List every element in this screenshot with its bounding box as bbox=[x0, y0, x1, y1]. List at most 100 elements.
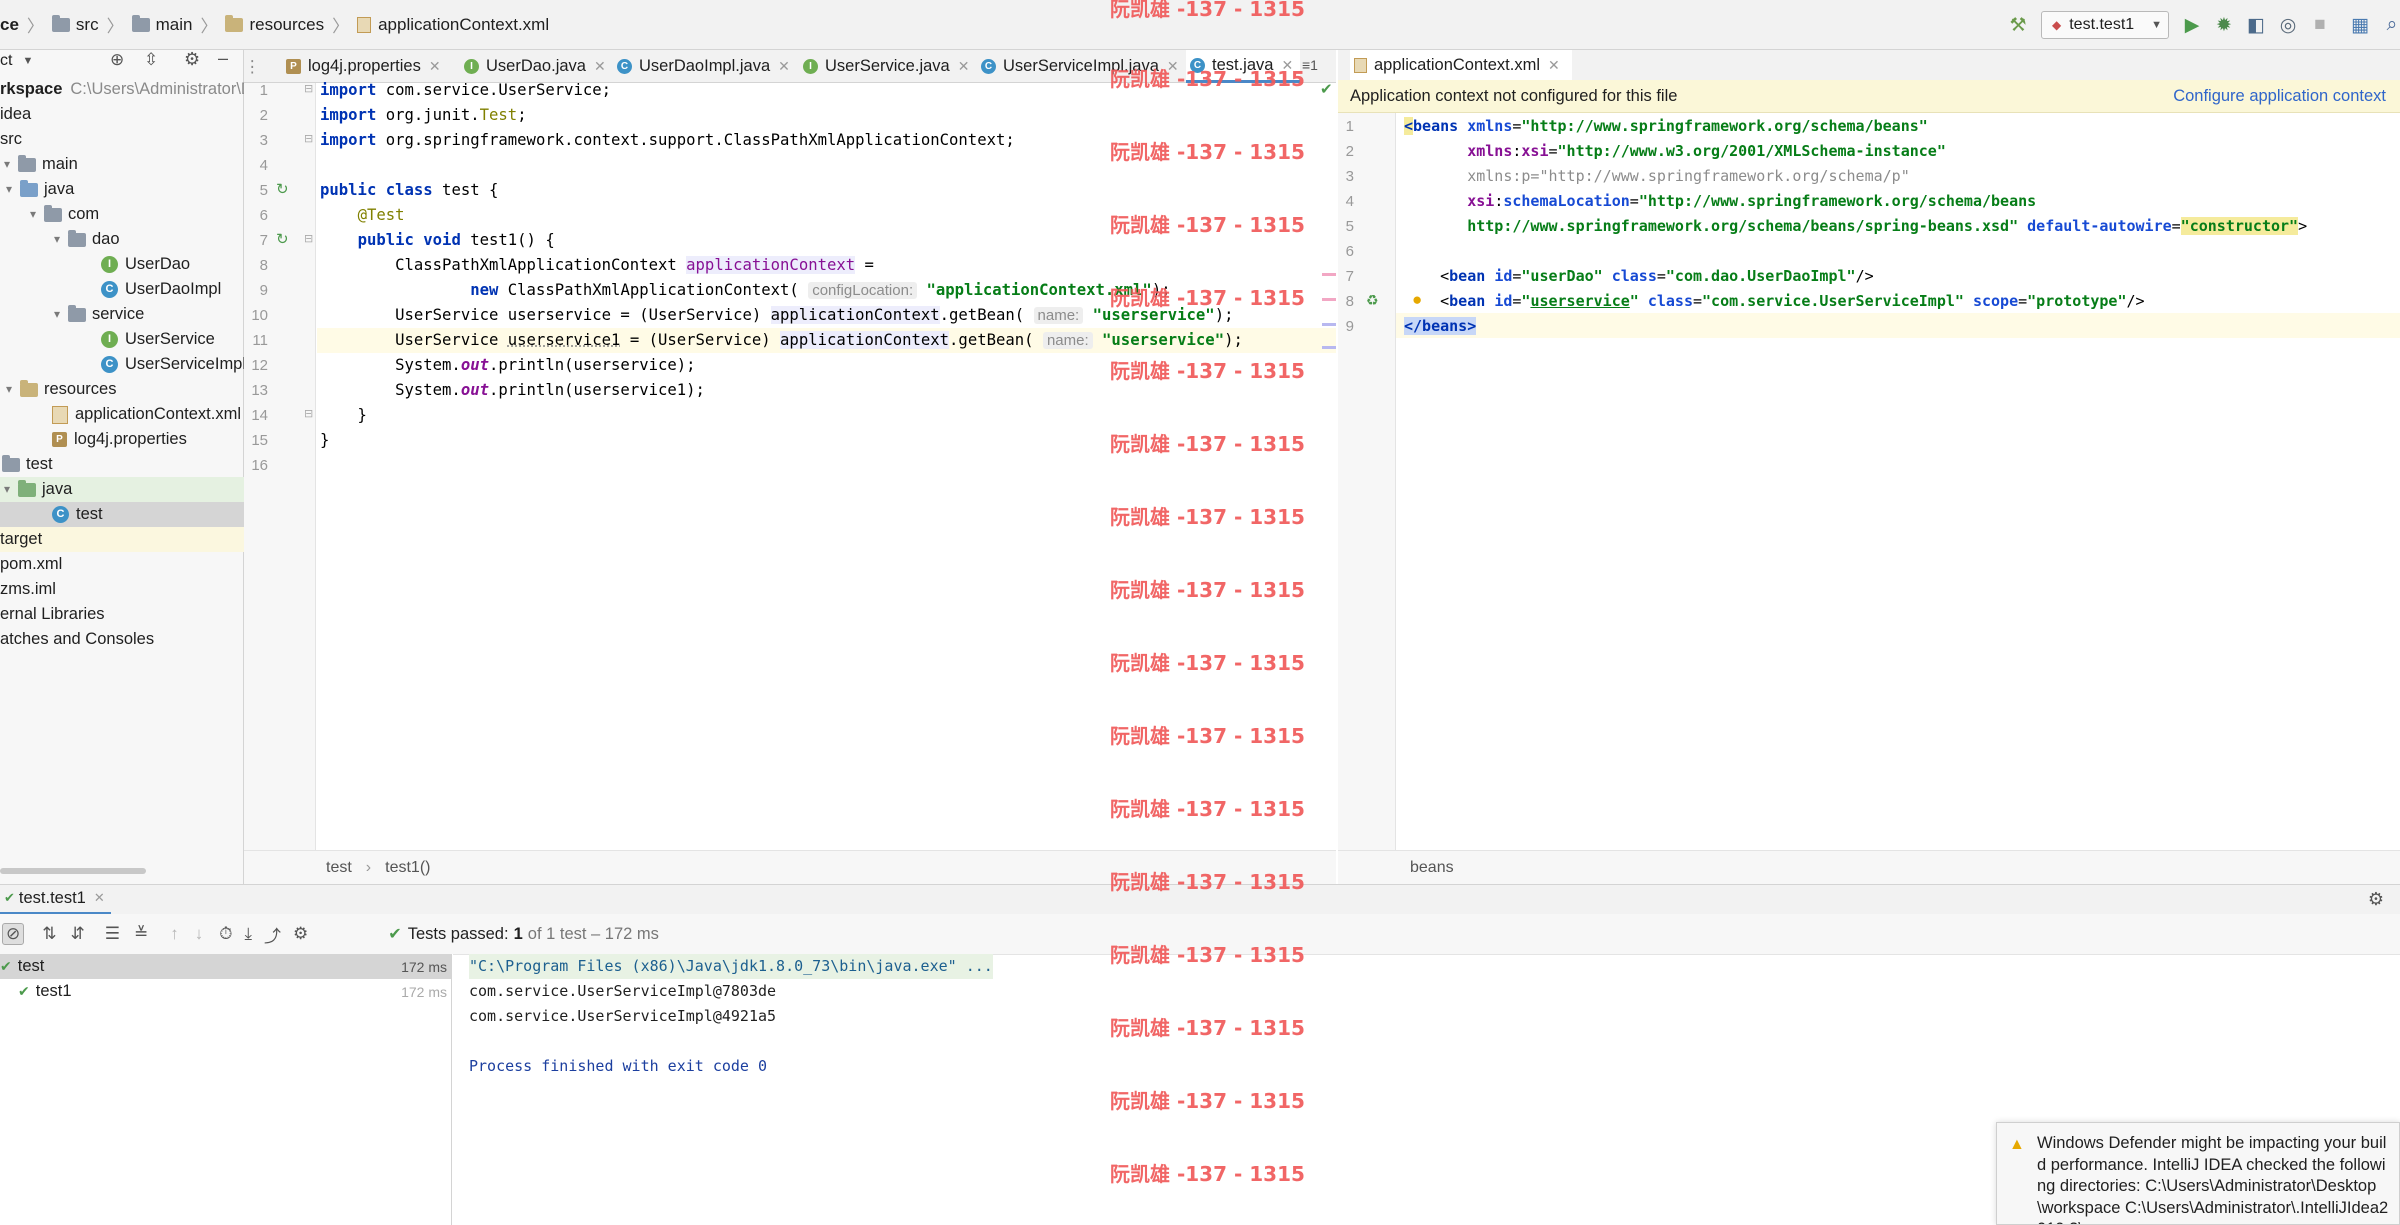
export-tests-icon[interactable]: ⤴ bbox=[264, 922, 281, 947]
history-icon[interactable]: ⏱ bbox=[219, 924, 232, 944]
fold-icon[interactable]: ⊟ bbox=[304, 132, 313, 145]
configure-application-context-link[interactable]: Configure application context bbox=[2173, 87, 2386, 106]
windows-defender-notification[interactable]: ▲ Windows Defender might be impacting yo… bbox=[1996, 1122, 2400, 1225]
chevron-down-icon[interactable]: ▼ bbox=[22, 55, 33, 67]
previous-failed-icon[interactable]: ↑ bbox=[170, 924, 179, 944]
chevron-down-icon[interactable]: ▾ bbox=[0, 477, 14, 502]
breadcrumb-item-method[interactable]: test1() bbox=[385, 859, 430, 877]
sort-duration-icon[interactable]: ⇵ bbox=[71, 924, 85, 944]
tree-item[interactable]: I UserDao bbox=[0, 252, 190, 277]
line-number: 3 bbox=[1345, 168, 1354, 185]
breadcrumb-item-file[interactable]: applicationContext.xml bbox=[378, 15, 549, 35]
close-icon[interactable]: ✕ bbox=[94, 890, 105, 906]
tree-item-label: src bbox=[0, 130, 22, 148]
profiler-icon[interactable]: ◎ bbox=[2273, 10, 2303, 40]
next-failed-icon[interactable]: ↓ bbox=[195, 924, 204, 944]
collapse-all-icon[interactable]: ≚ bbox=[134, 924, 148, 944]
stop-icon[interactable]: ■ bbox=[2305, 10, 2335, 40]
run-tab[interactable]: ✔ test.test1 ✕ bbox=[0, 885, 111, 915]
fold-icon[interactable]: ⊟ bbox=[304, 232, 313, 245]
breadcrumb-item-project[interactable]: ce bbox=[0, 15, 19, 35]
tab-userdaoimpl[interactable]: C UserDaoImpl.java ✕ bbox=[613, 50, 790, 83]
bean-gutter-icon[interactable]: ♻ bbox=[1366, 292, 1379, 309]
tree-item[interactable]: ▾ java bbox=[0, 477, 244, 502]
import-tests-icon[interactable]: ⤓ bbox=[245, 924, 253, 944]
coverage-icon[interactable]: ◧ bbox=[2241, 10, 2271, 40]
tree-item[interactable]: ernal Libraries bbox=[0, 602, 105, 627]
run-play-icon[interactable]: ▶ bbox=[2177, 10, 2207, 40]
tree-item[interactable]: applicationContext.xml bbox=[0, 402, 241, 427]
tab-userservice[interactable]: I UserService.java ✕ bbox=[799, 50, 969, 83]
chevron-down-icon[interactable]: ▾ bbox=[2, 377, 16, 402]
breadcrumb-item-resources[interactable]: resources bbox=[249, 15, 324, 35]
project-view-selector[interactable]: ct bbox=[0, 52, 12, 70]
tree-item[interactable]: idea bbox=[0, 102, 31, 127]
tree-item[interactable]: I UserService bbox=[0, 327, 215, 352]
debug-bug-icon[interactable]: ✹ bbox=[2209, 10, 2239, 40]
breadcrumb-item-main[interactable]: main bbox=[156, 15, 193, 35]
tree-item-selected[interactable]: Ctest bbox=[0, 502, 244, 527]
tree-item[interactable]: pom.xml bbox=[0, 552, 62, 577]
chevron-down-icon[interactable]: ▾ bbox=[26, 202, 40, 227]
close-icon[interactable]: ✕ bbox=[958, 50, 970, 83]
tree-item[interactable]: Plog4j.properties bbox=[0, 427, 187, 452]
locate-icon[interactable]: ⊕ bbox=[110, 50, 124, 70]
project-structure-icon[interactable]: ▦ bbox=[2345, 10, 2375, 40]
horizontal-scrollbar[interactable] bbox=[0, 868, 146, 874]
chevron-down-icon[interactable]: ▾ bbox=[0, 152, 14, 177]
workspace-label: rkspace bbox=[0, 80, 63, 98]
tab-scroll-icon[interactable]: ⋮ bbox=[244, 57, 261, 77]
chevron-down-icon[interactable]: ▾ bbox=[2, 177, 16, 202]
tab-application-context-xml[interactable]: applicationContext.xml ✕ bbox=[1350, 50, 1572, 83]
run-test-gutter-icon[interactable]: ↻ bbox=[276, 180, 289, 198]
collapse-all-icon[interactable]: ⇳ bbox=[144, 50, 158, 70]
fold-icon[interactable]: ⊟ bbox=[304, 407, 313, 420]
tree-item[interactable]: target bbox=[0, 527, 244, 552]
fold-icon[interactable]: ⊟ bbox=[304, 82, 313, 95]
close-icon[interactable]: ✕ bbox=[778, 50, 790, 83]
run-test-gutter-icon[interactable]: ↻ bbox=[276, 230, 289, 248]
tree-item[interactable]: test bbox=[0, 452, 53, 477]
settings-icon[interactable]: ⚙ bbox=[293, 924, 308, 944]
tree-item[interactable]: ▾ service bbox=[0, 302, 144, 327]
breadcrumb-item-src[interactable]: src bbox=[76, 15, 99, 35]
watermark-text: 阮凯雄 -137 - 1315 bbox=[1110, 797, 1305, 821]
expand-all-icon[interactable]: ☰ bbox=[105, 924, 120, 944]
tree-item[interactable]: C UserDaoImpl bbox=[0, 277, 221, 302]
tree-item[interactable]: ▾ java bbox=[0, 177, 74, 202]
tree-item-workspace[interactable]: rkspace C:\Users\Administrator\D bbox=[0, 77, 253, 102]
search-icon[interactable]: ⌕ bbox=[2377, 10, 2400, 40]
tree-item[interactable]: atches and Consoles bbox=[0, 627, 154, 652]
breadcrumb-item-beans[interactable]: beans bbox=[1410, 859, 1454, 877]
line-number: 2 bbox=[259, 107, 268, 124]
class-icon: C bbox=[101, 281, 118, 298]
tree-item[interactable]: ▾ com bbox=[0, 202, 99, 227]
chevron-down-icon[interactable]: ▾ bbox=[50, 302, 64, 327]
gear-icon[interactable]: ⚙ bbox=[184, 49, 200, 70]
gear-icon[interactable]: ⚙ bbox=[2368, 889, 2384, 910]
test-tree-row[interactable]: ✔ test 172 ms bbox=[0, 954, 451, 979]
test-tree-row[interactable]: ✔ test1 172 ms bbox=[0, 979, 451, 1004]
close-icon[interactable]: ✕ bbox=[1548, 49, 1560, 82]
run-configuration-select[interactable]: ◆ test.test1 ▼ bbox=[2041, 11, 2169, 39]
tree-item[interactable]: zms.iml bbox=[0, 577, 56, 602]
show-passed-toggle-icon[interactable]: ⊘ bbox=[2, 923, 25, 945]
chevron-down-icon[interactable]: ▾ bbox=[50, 227, 64, 252]
tree-item[interactable]: ▾ main bbox=[0, 152, 78, 177]
class-icon: C bbox=[52, 506, 69, 523]
tree-item-label: zms.iml bbox=[0, 580, 56, 598]
tree-item[interactable]: ▾ resources bbox=[0, 377, 116, 402]
inspection-ok-icon[interactable]: ✔ bbox=[1320, 80, 1333, 98]
line-number: 7 bbox=[259, 232, 268, 249]
tree-item[interactable]: src bbox=[0, 127, 22, 152]
console-line: "C:\Program Files (x86)\Java\jdk1.8.0_73… bbox=[469, 954, 993, 979]
tree-item[interactable]: ▾ dao bbox=[0, 227, 120, 252]
build-hammer-icon[interactable]: ⚒ bbox=[2003, 10, 2033, 40]
hide-icon[interactable]: – bbox=[218, 48, 228, 69]
test-pass-icon: ✔ bbox=[4, 890, 15, 905]
sort-alpha-icon[interactable]: ⇅ bbox=[42, 924, 56, 944]
tree-item[interactable]: C UserServiceImpl bbox=[0, 352, 246, 377]
error-stripe-mark[interactable] bbox=[1322, 346, 1336, 349]
breadcrumb-item-class[interactable]: test bbox=[326, 859, 352, 877]
line-number: 5 bbox=[259, 182, 268, 199]
